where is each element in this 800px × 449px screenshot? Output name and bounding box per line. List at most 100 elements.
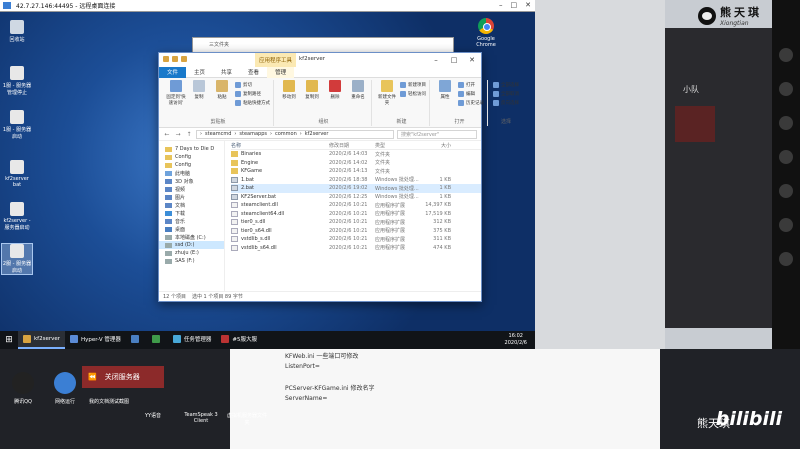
history-button[interactable]: 历史记录 <box>458 100 484 106</box>
taskbar-item-hyperv[interactable]: Hyper-V 管理器 <box>65 331 126 349</box>
breadcrumb-item[interactable]: steamapps <box>239 131 267 137</box>
breadcrumb-item[interactable]: steamcmd <box>205 131 231 137</box>
maximize-icon[interactable]: □ <box>445 53 463 67</box>
tab-view[interactable]: 查看 <box>240 67 267 78</box>
nav-item[interactable]: 桌面 <box>159 225 224 233</box>
search-input[interactable]: 搜索"kf2server" <box>397 129 477 139</box>
host-icon-teamspeak[interactable]: TeamSpeak 3 Client <box>180 412 222 424</box>
copy-path-button[interactable]: 复制路径 <box>235 91 270 97</box>
taskbar-clock[interactable]: 16:02 2020/2/6 <box>505 333 527 347</box>
up-arrow-icon[interactable]: ↑ <box>185 131 193 138</box>
cut-button[interactable]: 剪切 <box>235 82 270 88</box>
sidebar-icon[interactable] <box>779 48 793 62</box>
desktop-icon-chrome[interactable]: Google Chrome <box>474 18 498 48</box>
taskbar-item-server5[interactable]: #5服大服 <box>216 331 262 349</box>
nav-item[interactable]: SAS (F:) <box>159 257 224 265</box>
nav-item[interactable]: 下载 <box>159 209 224 217</box>
tab-manage[interactable]: 管理 <box>267 66 295 78</box>
minimize-icon[interactable]: – <box>427 53 445 67</box>
desktop-icon-server1-start[interactable]: 1服 - 服务器启动 <box>2 110 32 140</box>
invert-selection-button[interactable]: 反向选择 <box>493 100 519 106</box>
select-all-button[interactable]: 全部选择 <box>493 82 519 88</box>
sidebar-icon[interactable] <box>779 184 793 198</box>
nav-item[interactable]: zhuju (E:) <box>159 249 224 257</box>
forward-arrow-icon[interactable]: → <box>174 131 182 138</box>
desktop-icon-server2-start[interactable]: 2服 - 服务器启动 <box>1 243 33 275</box>
stop-server-button[interactable]: ⏪ 关闭服务器 <box>82 366 164 388</box>
file-row[interactable]: KF2Server.bat 2020/2/6 12:25 Windows 批处理..… <box>231 193 481 202</box>
windows-start-icon[interactable]: ⊞ <box>0 331 18 349</box>
file-row[interactable]: 1.bat 2020/2/6 18:38 Windows 批处理... 1 KB <box>231 176 481 185</box>
explorer-window[interactable]: 应用程序工具 kf2server – □ ✕ 文件 主页 共享 查看 管理 固定… <box>158 52 519 302</box>
back-arrow-icon[interactable]: ← <box>163 131 171 138</box>
sidebar-icon[interactable] <box>779 218 793 232</box>
taskbar-item-app3[interactable] <box>126 331 147 349</box>
taskbar-item-kf2server[interactable]: kf2server <box>18 331 66 349</box>
file-row[interactable]: vstdlib_s.dll 2020/2/6 10:21 应用程序扩展 311 KB <box>231 235 481 244</box>
host-icon-docs[interactable]: 我的文档测试截图 <box>88 398 130 405</box>
taskbar-item-app4[interactable] <box>147 331 168 349</box>
desktop-icon-kf2server-bat[interactable]: kf2server bat <box>2 160 32 188</box>
column-size[interactable]: 大小 <box>421 142 451 149</box>
desktop-icon-kf2server-start[interactable]: kf2server - 服务器启动 <box>2 202 32 231</box>
file-row[interactable]: Binaries 2020/2/6 14:03 文件夹 <box>231 150 481 159</box>
tab-home[interactable]: 主页 <box>186 67 213 78</box>
nav-item[interactable]: 本地磁盘 (C:) <box>159 233 224 241</box>
sidebar-icon[interactable] <box>779 150 793 164</box>
file-row[interactable]: tier0_s64.dll 2020/2/6 10:21 应用程序扩展 375 KB <box>231 227 481 236</box>
nav-item[interactable]: Config <box>159 153 224 161</box>
easy-access-button[interactable]: 轻松访问 <box>400 91 426 97</box>
host-icon-qq[interactable]: 腾讯QQ <box>2 372 44 405</box>
new-folder-icon[interactable] <box>181 56 187 62</box>
host-icon-vm-folder[interactable]: 虚拟机服务器文件夹 <box>226 412 268 426</box>
close-icon[interactable]: ✕ <box>463 53 481 67</box>
taskbar-item-task-manager[interactable]: 任务管理器 <box>168 331 217 349</box>
sidebar-icon[interactable] <box>779 252 793 266</box>
nav-item[interactable]: 图片 <box>159 193 224 201</box>
file-row[interactable]: steamclient64.dll 2020/2/6 10:21 应用程序扩展 17,… <box>231 210 481 219</box>
file-row[interactable]: tier0_s.dll 2020/2/6 10:21 应用程序扩展 312 KB <box>231 218 481 227</box>
desktop-icon-recycle-bin[interactable]: 回收站 <box>2 20 32 43</box>
edit-button[interactable]: 编辑 <box>458 91 484 97</box>
panel-label: 小队 <box>683 85 699 94</box>
nav-item[interactable]: 7 Days to Die D <box>159 145 224 153</box>
nav-item[interactable]: 3D 对象 <box>159 177 224 185</box>
tab-file[interactable]: 文件 <box>159 66 187 78</box>
file-row[interactable]: 2.bat 2020/2/6 19:02 Windows 批处理... 1 KB <box>231 184 481 193</box>
desktop-icon-server1-stop[interactable]: 1服 - 服务器管理停止 <box>2 66 32 96</box>
host-icon-network[interactable]: 网络运行 <box>44 372 86 405</box>
nav-item[interactable]: 音乐 <box>159 217 224 225</box>
address-bar[interactable]: › steamcmd › steamapps › common › kf2ser… <box>196 129 394 139</box>
nav-item[interactable]: 视频 <box>159 185 224 193</box>
sidebar-icon[interactable] <box>779 116 793 130</box>
file-row[interactable]: KFGame 2020/2/6 14:13 文件夹 <box>231 167 481 176</box>
paste-shortcut-button[interactable]: 粘贴快捷方式 <box>235 100 270 106</box>
file-row[interactable]: Engine 2020/2/6 14:02 文件夹 <box>231 159 481 168</box>
nav-item[interactable]: 文档 <box>159 201 224 209</box>
column-name[interactable]: 名称 <box>231 142 329 149</box>
nav-item[interactable]: Config <box>159 161 224 169</box>
file-row[interactable]: steamclient.dll 2020/2/6 10:21 应用程序扩展 14,39… <box>231 201 481 210</box>
properties-icon[interactable] <box>172 56 178 62</box>
background-explorer-window[interactable]: 三文件夹 <box>192 37 454 53</box>
context-tab-app-tools[interactable]: 应用程序工具 <box>255 53 297 67</box>
folder-icon[interactable] <box>163 56 169 62</box>
select-none-button[interactable]: 全部取消 <box>493 91 519 97</box>
close-icon[interactable]: ✕ <box>525 1 531 9</box>
minimize-icon[interactable]: – <box>499 1 503 9</box>
maximize-icon[interactable]: □ <box>511 1 518 9</box>
column-type[interactable]: 类型 <box>375 142 421 149</box>
sidebar-icon[interactable] <box>779 82 793 96</box>
file-row[interactable]: vstdlib_s64.dll 2020/2/6 10:21 应用程序扩展 474 K… <box>231 244 481 253</box>
explorer-titlebar[interactable]: 应用程序工具 kf2server – □ ✕ <box>159 53 481 67</box>
column-date[interactable]: 修改日期 <box>329 142 375 149</box>
new-item-button[interactable]: 新建项目 <box>400 82 426 88</box>
ribbon-group-open: 属性 打开 编辑 历史记录 打开 <box>432 80 488 126</box>
host-icon-yy[interactable]: YY语音 <box>132 412 174 419</box>
nav-item[interactable]: 此电脑 <box>159 169 224 177</box>
nav-item[interactable]: ssd (D:) <box>159 241 224 249</box>
tab-share[interactable]: 共享 <box>213 67 240 78</box>
open-button[interactable]: 打开 <box>458 82 484 88</box>
breadcrumb-item[interactable]: kf2server <box>305 131 329 137</box>
breadcrumb-item[interactable]: common <box>275 131 297 137</box>
